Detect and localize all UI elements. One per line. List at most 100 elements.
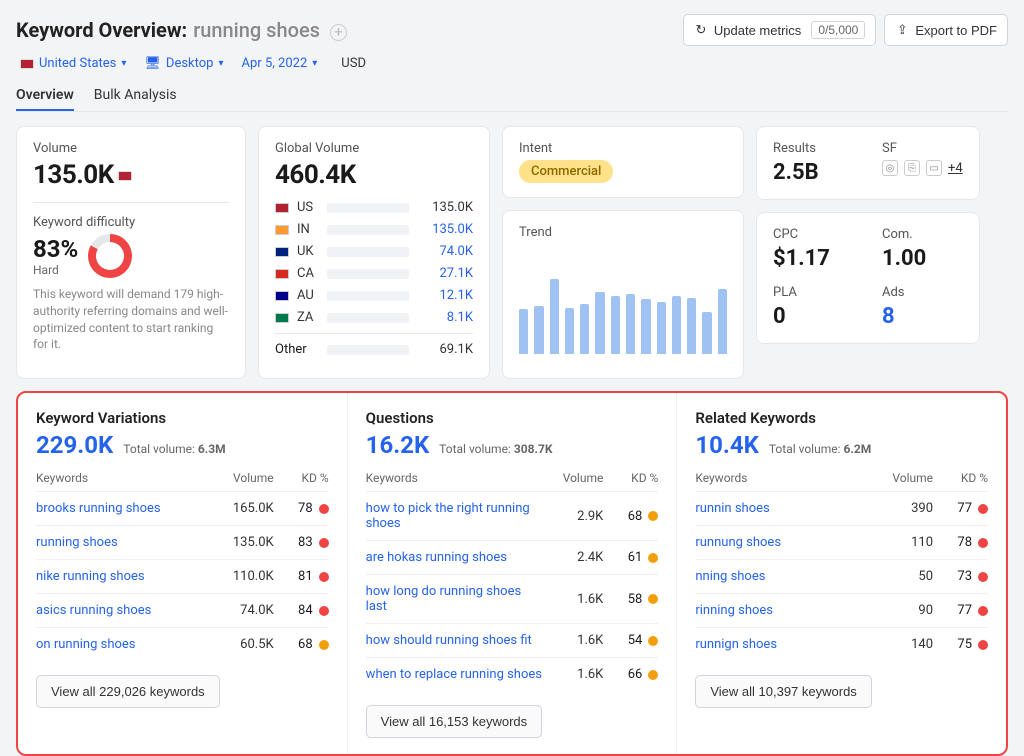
keyword-kd: 68 bbox=[603, 509, 658, 524]
view-all-button[interactable]: View all 10,397 keywords bbox=[695, 675, 871, 708]
tab-bulk-analysis[interactable]: Bulk Analysis bbox=[94, 81, 177, 111]
trend-bar bbox=[641, 299, 650, 354]
ads-value[interactable]: 8 bbox=[882, 304, 963, 329]
keyword-volume: 74.0K bbox=[214, 603, 274, 618]
kd-label: Keyword difficulty bbox=[33, 215, 229, 230]
sf-more[interactable]: +4 bbox=[948, 161, 963, 176]
global-volume-row[interactable]: IN 135.0K bbox=[275, 222, 473, 237]
view-all-button[interactable]: View all 229,026 keywords bbox=[36, 675, 220, 708]
keyword-volume: 140 bbox=[873, 637, 933, 652]
flag-icon bbox=[118, 171, 132, 181]
volume-card: Volume 135.0K Keyword difficulty 83% Har… bbox=[16, 126, 246, 379]
view-all-button[interactable]: View all 16,153 keywords bbox=[366, 705, 542, 738]
kd-donut-icon bbox=[88, 234, 132, 278]
flag-icon bbox=[275, 269, 289, 279]
keyword-row: how should running shoes fit 1.6K 54 bbox=[366, 623, 659, 657]
keyword-volume: 135.0K bbox=[214, 535, 274, 550]
global-volume-row[interactable]: CA 27.1K bbox=[275, 266, 473, 281]
kd-dot-icon bbox=[978, 606, 988, 616]
keyword-link[interactable]: nike running shoes bbox=[36, 569, 214, 584]
keyword-link[interactable]: how should running shoes fit bbox=[366, 633, 544, 648]
keyword-kd: 73 bbox=[933, 569, 988, 584]
device-filter[interactable]: 🖥 Desktop▾ bbox=[144, 56, 223, 71]
keyword-row: on running shoes 60.5K 68 bbox=[36, 627, 329, 661]
column-count[interactable]: 229.0K bbox=[36, 431, 113, 459]
keyword-link[interactable]: nning shoes bbox=[695, 569, 873, 584]
table-header: KeywordsVolumeKD % bbox=[366, 471, 659, 491]
column-count[interactable]: 16.2K bbox=[366, 431, 430, 459]
keyword-link[interactable]: when to replace running shoes bbox=[366, 667, 544, 682]
table-header: KeywordsVolumeKD % bbox=[695, 471, 988, 491]
flag-icon bbox=[275, 247, 289, 257]
column-count[interactable]: 10.4K bbox=[695, 431, 759, 459]
keyword-volume: 2.4K bbox=[543, 550, 603, 565]
keyword-volume: 2.9K bbox=[543, 509, 603, 524]
other-label: Other bbox=[275, 342, 319, 357]
page-title: Keyword Overview: running shoes + bbox=[16, 18, 347, 42]
keyword-link[interactable]: are hokas running shoes bbox=[366, 550, 544, 565]
kd-dot-icon bbox=[648, 670, 658, 680]
keyword-link[interactable]: rinning shoes bbox=[695, 603, 873, 618]
ads-label: Ads bbox=[882, 285, 963, 300]
results-label: Results bbox=[773, 141, 854, 156]
kd-dot-icon bbox=[978, 640, 988, 650]
add-keyword-icon[interactable]: + bbox=[330, 24, 347, 41]
country-filter[interactable]: United States▾ bbox=[16, 56, 126, 71]
column-title: Keyword Variations bbox=[36, 409, 329, 427]
global-volume-row[interactable]: US 135.0K bbox=[275, 200, 473, 215]
trend-bar bbox=[519, 309, 528, 354]
filter-bar: United States▾ 🖥 Desktop▾ Apr 5, 2022▾ U… bbox=[16, 56, 1008, 71]
keyword-link[interactable]: runnign shoes bbox=[695, 637, 873, 652]
keyword-volume: 110.0K bbox=[214, 569, 274, 584]
keyword-link[interactable]: how long do running shoes last bbox=[366, 584, 544, 614]
pla-value: 0 bbox=[773, 304, 854, 329]
keyword-row: nning shoes 50 73 bbox=[695, 559, 988, 593]
country-volume: 74.0K bbox=[417, 244, 473, 259]
trend-bar bbox=[702, 312, 711, 354]
global-volume-row[interactable]: ZA 8.1K bbox=[275, 310, 473, 325]
global-value: 460.4K bbox=[275, 160, 473, 190]
volume-bar bbox=[327, 291, 409, 301]
keyword-link[interactable]: runnin shoes bbox=[695, 501, 873, 516]
tab-overview[interactable]: Overview bbox=[16, 81, 74, 111]
desktop-icon: 🖥 bbox=[144, 56, 161, 71]
keyword-ideas-column: Questions 16.2K Total volume: 308.7K Key… bbox=[348, 393, 678, 754]
keyword-volume: 50 bbox=[873, 569, 933, 584]
keyword-ideas-column: Keyword Variations 229.0K Total volume: … bbox=[18, 393, 348, 754]
serp-features[interactable]: ◎ ⎘ ▭ +4 bbox=[882, 160, 963, 176]
keyword-kd: 61 bbox=[603, 550, 658, 565]
flag-icon bbox=[275, 313, 289, 323]
country-volume: 135.0K bbox=[417, 200, 473, 215]
kd-dot-icon bbox=[319, 572, 329, 582]
keyword-link[interactable]: runnung shoes bbox=[695, 535, 873, 550]
com-label: Com. bbox=[882, 227, 963, 242]
date-filter[interactable]: Apr 5, 2022▾ bbox=[242, 56, 318, 71]
keyword-link[interactable]: running shoes bbox=[36, 535, 214, 550]
trend-card: Trend bbox=[502, 210, 744, 379]
update-count: 0/5,000 bbox=[811, 21, 865, 39]
keyword-link[interactable]: how to pick the right running shoes bbox=[366, 501, 544, 531]
flag-icon bbox=[275, 203, 289, 213]
export-label: Export to PDF bbox=[915, 23, 997, 38]
trend-bar bbox=[580, 304, 589, 354]
keyword-row: brooks running shoes 165.0K 78 bbox=[36, 491, 329, 525]
trend-bar bbox=[687, 298, 696, 354]
keyword-link[interactable]: brooks running shoes bbox=[36, 501, 214, 516]
tabs: Overview Bulk Analysis bbox=[16, 81, 1008, 112]
kd-description: This keyword will demand 179 high-author… bbox=[33, 286, 229, 353]
global-volume-row[interactable]: UK 74.0K bbox=[275, 244, 473, 259]
update-metrics-button[interactable]: ↻ Update metrics 0/5,000 bbox=[683, 14, 876, 46]
keyword-link[interactable]: on running shoes bbox=[36, 637, 214, 652]
total-volume: Total volume: 6.3M bbox=[123, 442, 225, 456]
country-code: CA bbox=[297, 266, 319, 281]
kd-dot-icon bbox=[648, 511, 658, 521]
kd-dot-icon bbox=[319, 640, 329, 650]
keyword-link[interactable]: asics running shoes bbox=[36, 603, 214, 618]
flag-icon bbox=[20, 59, 34, 69]
keyword-volume: 1.6K bbox=[543, 667, 603, 682]
global-volume-row[interactable]: AU 12.1K bbox=[275, 288, 473, 303]
export-pdf-button[interactable]: ⇪ Export to PDF bbox=[884, 14, 1008, 46]
title-label: Keyword Overview: bbox=[16, 18, 187, 42]
com-value: 1.00 bbox=[882, 246, 963, 271]
keyword-kd: 81 bbox=[274, 569, 329, 584]
